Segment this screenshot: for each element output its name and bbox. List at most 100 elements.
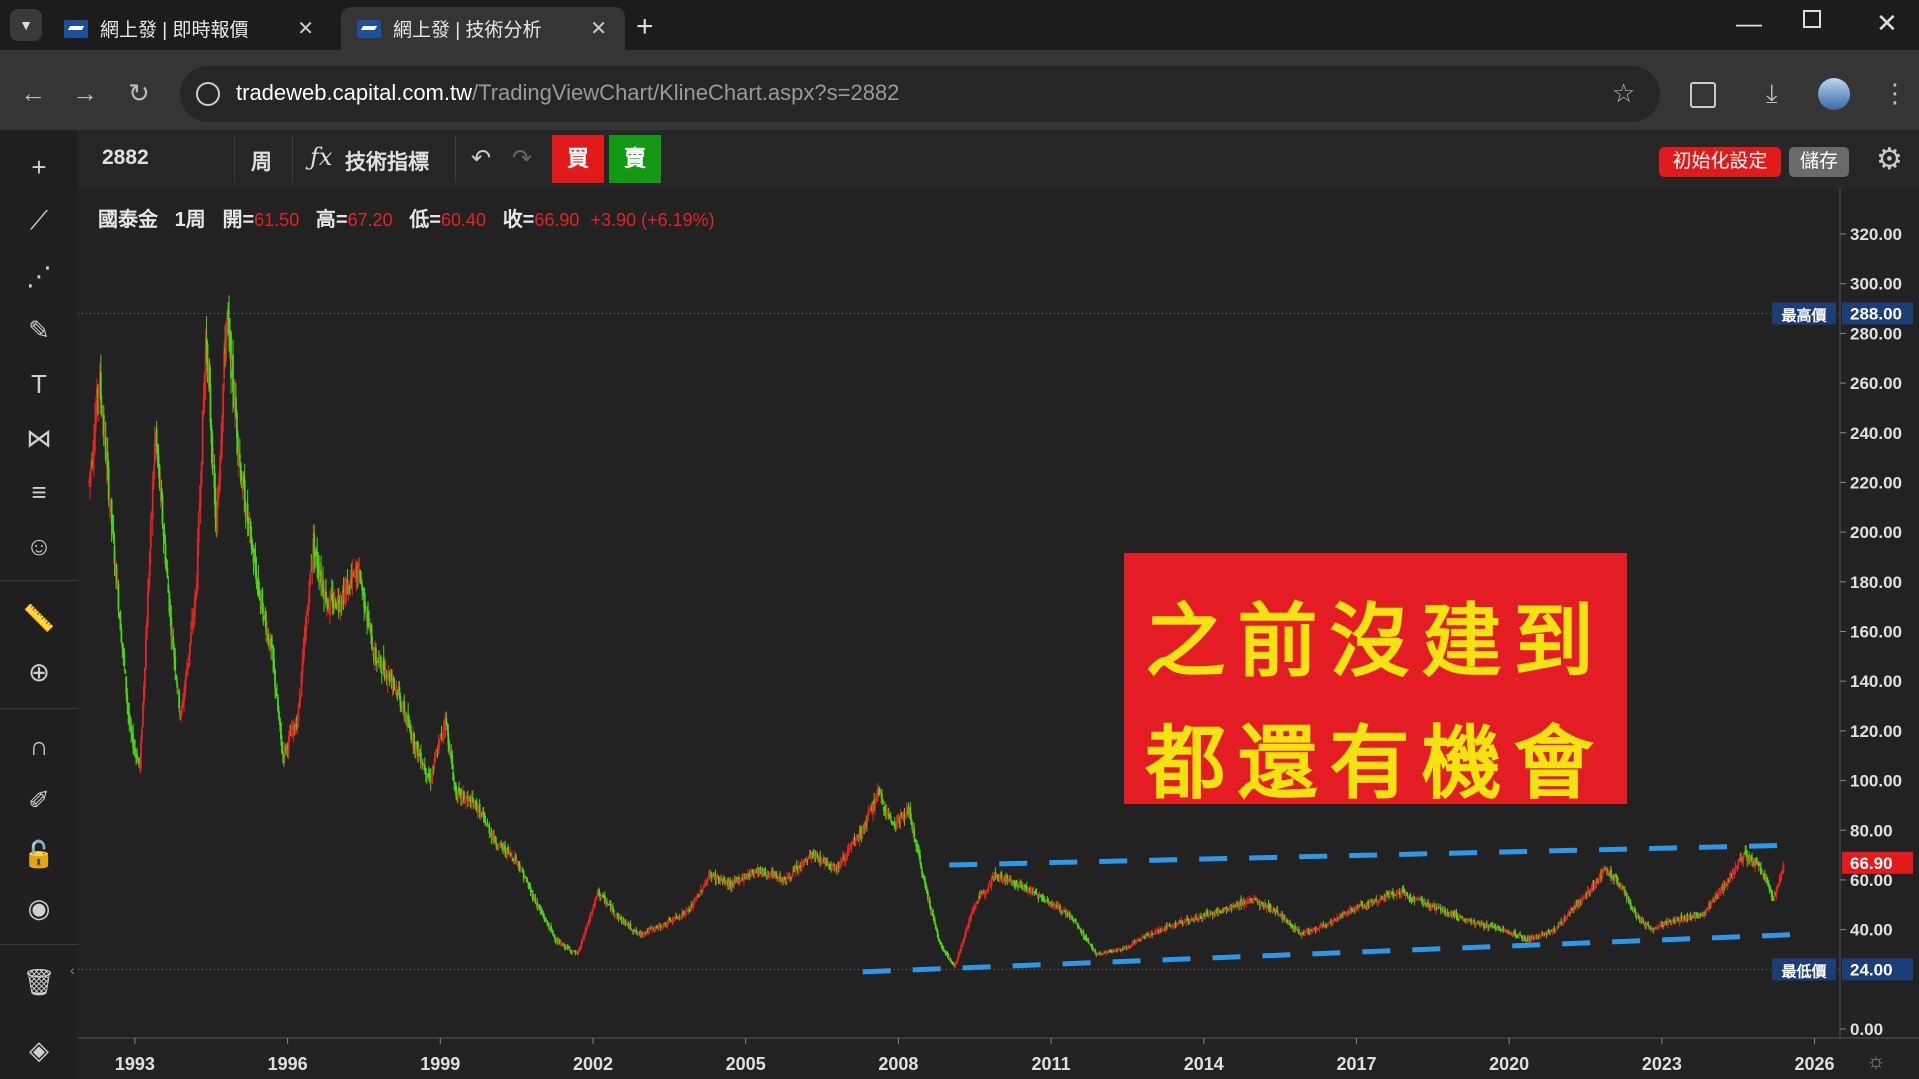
close-icon[interactable]: ✕ xyxy=(297,16,314,41)
candle-body xyxy=(209,384,212,424)
y-tick-label: 120.00 xyxy=(1850,722,1902,741)
candle-body xyxy=(358,564,361,567)
prediction-tool-icon[interactable]: ≡ xyxy=(19,472,59,512)
divider xyxy=(0,580,78,581)
function-icon: ƒx xyxy=(310,143,333,171)
close-icon[interactable]: ✕ xyxy=(590,16,607,41)
eye-icon[interactable]: ◉ xyxy=(19,888,59,928)
restore-button[interactable] xyxy=(1803,10,1821,28)
tab-technical-analysis[interactable]: 網上發 | 技術分析 ✕ xyxy=(341,7,625,50)
site-info-icon[interactable] xyxy=(196,82,220,106)
candle-body xyxy=(141,729,143,739)
max-price-tag-label: 最高價 xyxy=(1781,307,1827,325)
profile-avatar[interactable] xyxy=(1818,78,1850,110)
candle-body xyxy=(662,923,665,928)
new-tab-button[interactable]: + xyxy=(636,10,654,44)
bookmark-star-icon[interactable]: ☆ xyxy=(1612,78,1635,109)
emoji-icon[interactable]: ☺ xyxy=(19,526,59,566)
candle-body xyxy=(114,560,117,563)
candle-body xyxy=(629,923,632,929)
candle-body xyxy=(273,659,275,670)
candle-body xyxy=(896,818,899,823)
download-icon[interactable]: ⤓ xyxy=(1766,78,1778,110)
extensions-icon[interactable] xyxy=(1690,82,1716,108)
candle-body xyxy=(698,892,701,896)
candle-body xyxy=(120,629,123,643)
back-icon[interactable]: ← xyxy=(20,78,46,109)
interval-button[interactable]: 周 xyxy=(251,146,272,176)
candle-body xyxy=(434,755,437,758)
candle-body xyxy=(305,618,308,632)
candle-body xyxy=(374,647,377,662)
buy-button[interactable]: 買 xyxy=(552,135,604,183)
fib-tool-icon[interactable]: ⋰ xyxy=(19,256,59,296)
reset-settings-button[interactable]: 初始化設定 xyxy=(1659,147,1781,177)
candle-body xyxy=(1094,949,1097,953)
min-price-value-label: 24.00 xyxy=(1850,960,1893,979)
candle-body xyxy=(552,930,554,936)
axis-settings-icon[interactable]: ☼ xyxy=(1866,1048,1886,1073)
candle-body xyxy=(1642,921,1645,924)
candle-body xyxy=(854,840,857,845)
divider xyxy=(234,136,235,182)
indicators-button[interactable]: 技術指標 xyxy=(345,146,429,176)
candle-body xyxy=(987,884,990,891)
redo-icon[interactable]: ↷ xyxy=(512,144,532,173)
max-price-value-label: 288.00 xyxy=(1850,305,1902,324)
minimize-button[interactable]: — xyxy=(1736,8,1762,39)
tab-realtime-quote[interactable]: 網上發 | 即時報價 ✕ xyxy=(48,7,332,50)
pattern-tool-icon[interactable]: ⋈ xyxy=(19,418,59,458)
magnet-icon[interactable]: ∩ xyxy=(19,726,59,766)
menu-icon[interactable]: ⋮ xyxy=(1882,78,1908,109)
sell-button[interactable]: 賣 xyxy=(609,135,661,183)
ruler-icon[interactable]: 📏 xyxy=(19,598,59,638)
price-chart[interactable]: 320.00 300.00 280.00 260.00 240.00 220.00 200.… xyxy=(78,188,1919,1079)
lock-drawing-pencil-icon[interactable]: ✐ xyxy=(19,780,59,820)
reload-icon[interactable]: ↻ xyxy=(128,78,150,109)
y-tick-label: 0.00 xyxy=(1850,1020,1883,1039)
collapse-toolbar-icon[interactable]: ‹ xyxy=(70,962,75,978)
candle-body xyxy=(1711,901,1713,904)
candle-body xyxy=(882,799,884,804)
x-tick-label: 2011 xyxy=(1032,1054,1071,1074)
candle-body xyxy=(178,690,181,709)
crosshair-icon[interactable]: + xyxy=(19,147,59,187)
save-button[interactable]: 儲存 xyxy=(1789,147,1849,177)
candle-body xyxy=(1074,919,1077,923)
settings-gear-icon[interactable]: ⚙ xyxy=(1876,142,1903,177)
zoom-in-icon[interactable]: ⊕ xyxy=(19,652,59,692)
text-tool-icon[interactable]: T xyxy=(19,364,59,404)
candle-body xyxy=(189,632,192,644)
url-text: tradeweb.capital.com.tw/TradingViewChart… xyxy=(236,80,900,105)
layers-icon[interactable]: ◈ xyxy=(19,1030,59,1070)
candle-body xyxy=(919,855,922,862)
forward-icon[interactable]: → xyxy=(72,78,98,109)
y-tick-label: 180.00 xyxy=(1850,573,1902,592)
candle-body xyxy=(791,871,794,876)
brush-icon[interactable]: ✎ xyxy=(19,310,59,350)
trend-line-icon[interactable]: ⟋ xyxy=(19,200,59,240)
candle-body xyxy=(764,871,767,874)
candle-body xyxy=(281,751,284,755)
x-tick-label: 2014 xyxy=(1184,1054,1224,1074)
candle-body xyxy=(949,958,952,961)
candle-body xyxy=(438,738,441,746)
candle-body xyxy=(1082,931,1085,937)
undo-icon[interactable]: ↶ xyxy=(471,144,491,173)
y-tick-label: 140.00 xyxy=(1850,672,1902,691)
candle-body xyxy=(581,940,584,943)
candle-body xyxy=(1079,928,1082,931)
candle-body xyxy=(1113,951,1116,953)
tab-search-button[interactable]: ▼ xyxy=(10,9,42,41)
candle-body xyxy=(612,909,615,914)
close-window-button[interactable]: ✕ xyxy=(1876,8,1898,39)
candle-body xyxy=(99,372,102,400)
trash-icon[interactable]: 🗑 xyxy=(19,962,59,1002)
symbol-input[interactable]: 2882 xyxy=(102,146,149,170)
candle-body xyxy=(161,495,164,525)
unlock-icon[interactable]: 🔓 xyxy=(19,834,59,874)
candle-body xyxy=(1035,892,1038,895)
annotation-box: 之前沒建到 都還有機會 xyxy=(1124,553,1627,810)
stock-name: 國泰金 xyxy=(98,209,158,231)
candle-body xyxy=(563,944,566,948)
